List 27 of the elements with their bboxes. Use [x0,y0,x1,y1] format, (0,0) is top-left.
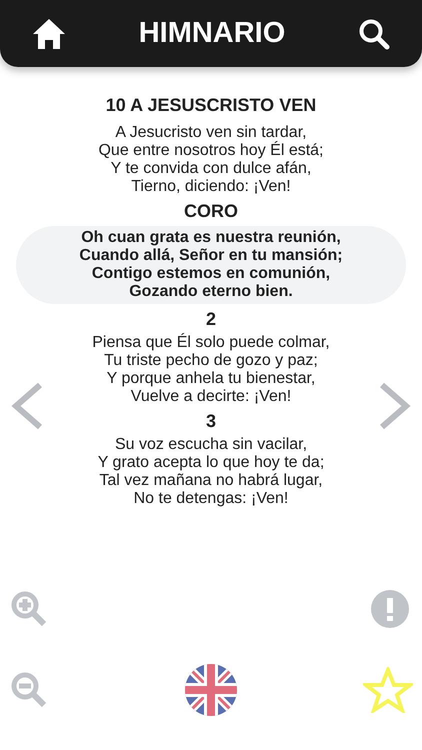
lyric-line: No te detengas: ¡Ven! [134,490,288,508]
lyric-line: Tu triste pecho de gozo y paz; [104,352,318,370]
lyric-line: Contigo estemos en comunión, [92,265,330,283]
stanza-heading: 3 [206,410,216,432]
star-icon[interactable] [363,667,413,713]
lyric-line: Vuelve a decirte: ¡Ven! [130,388,292,406]
zoom-out-icon[interactable] [9,670,49,710]
lyric-line: Gozando eterno bien. [129,283,293,301]
app-title: HIMNARIO [138,16,286,51]
lyric-line: Tal vez mañana no habrá lugar, [99,472,323,490]
lyric-line: Oh cuan grata es nuestra reunión, [81,229,341,247]
lyric-line: Que entre nosotros hoy Él está; [98,142,324,160]
hymn-title: 10 A JESUSCRISTO VEN [106,94,316,116]
lyric-line: Y porque anhela tu bienestar, [106,370,316,388]
lyric-line: Cuando allá, Señor en tu mansión; [79,247,343,265]
zoom-in-icon[interactable] [9,589,49,629]
lyric-line: A Jesucristo ven sin tardar, [115,124,307,141]
alert-icon[interactable] [371,590,409,628]
stanza-heading: 2 [206,308,216,330]
lyric-line: Su voz escucha sin vacilar, [114,436,308,454]
lyric-line: Y te convida con dulce afán, [110,160,312,178]
home-icon[interactable] [32,18,66,50]
lyric-line: Tierno, diciendo: ¡Ven! [131,178,291,196]
lyric-line: Y grato acepta lo que hoy te da; [98,454,324,472]
stanza-heading: CORO [184,200,238,222]
search-icon[interactable] [358,18,390,50]
lyric-line: Piensa que Él solo puede colmar, [92,334,330,352]
